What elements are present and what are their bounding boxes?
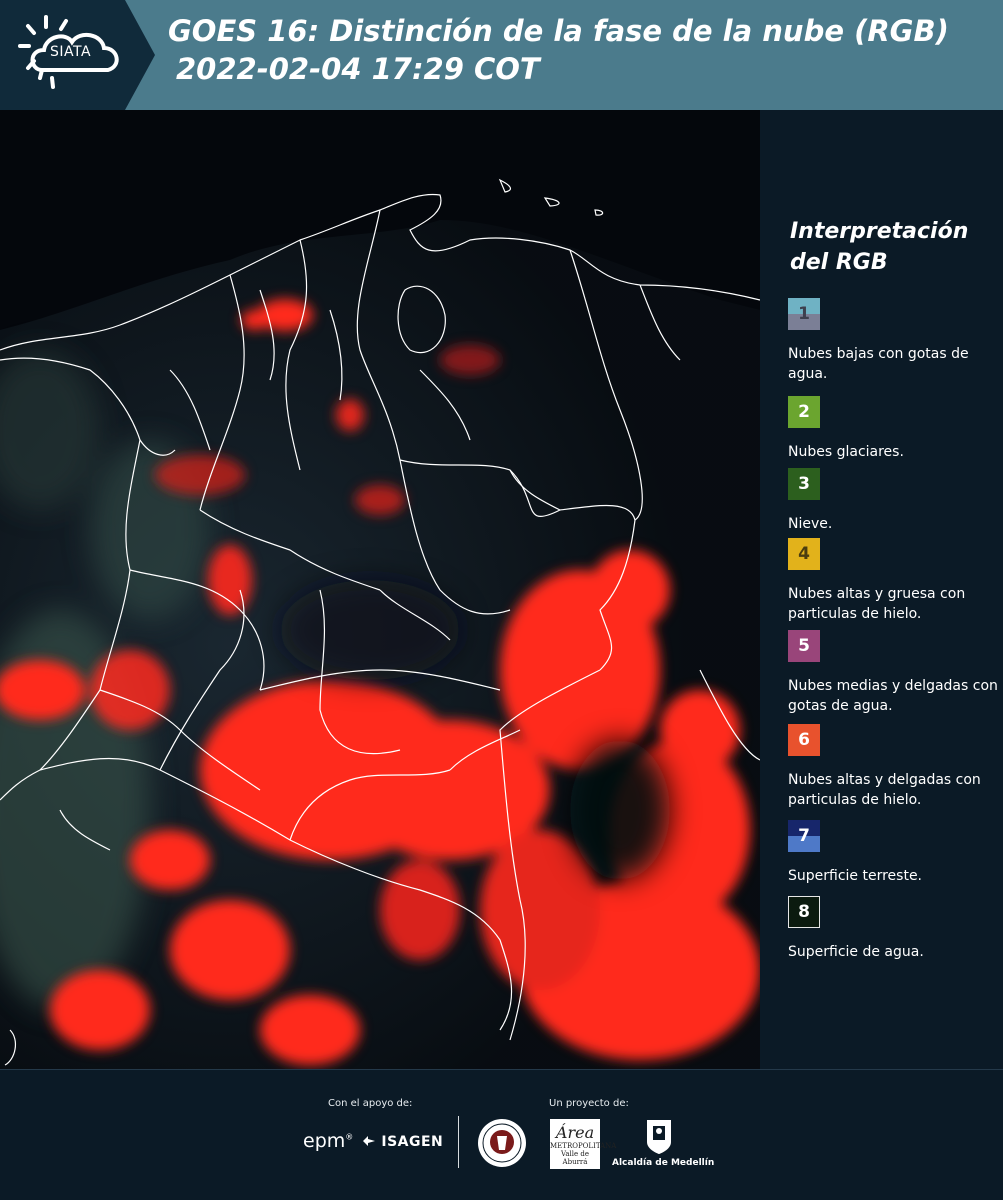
header-bar: SIATA GOES 16: Distinción de la fase de … [0, 0, 1003, 110]
map-image [0, 110, 760, 1070]
legend-label-4: Nubes altas y gruesa con particulas de h… [788, 586, 966, 622]
university-seal-icon [478, 1119, 526, 1167]
legend-item-6: 6 Nubes altas y delgadas con particulas … [788, 724, 1000, 810]
legend-swatch-3: 3 [788, 468, 820, 500]
project-label: Un proyecto de: [549, 1098, 629, 1109]
medellin-shield-icon [647, 1120, 671, 1154]
legend-swatch-7: 7 [788, 820, 820, 852]
title-line-2: 2022-02-04 17:29 COT [176, 52, 540, 86]
isagen-logo: ISAGEN [362, 1134, 443, 1150]
legend-label-8: Superficie de agua. [788, 944, 924, 960]
page-title: GOES 16: Distinción de la fase de la nub… [168, 12, 988, 88]
legend-item-5: 5 Nubes medias y delgadas con gotas de a… [788, 630, 1000, 716]
footer: Con el apoyo de: Un proyecto de: epm® IS… [0, 1070, 1003, 1200]
legend-swatch-5: 5 [788, 630, 820, 662]
legend-label-6: Nubes altas y delgadas con particulas de… [788, 772, 981, 808]
legend-item-2: 2 Nubes glaciares. [788, 396, 1000, 462]
epm-logo: epm® [303, 1130, 354, 1152]
legend-swatch-4: 4 [788, 538, 820, 570]
medellin-label: Alcaldía de Medellín [612, 1158, 715, 1168]
legend-swatch-8: 8 [788, 896, 820, 928]
siata-logo: SIATA [0, 0, 155, 110]
isagen-icon [363, 1136, 375, 1146]
legend-label-7: Superficie terreste. [788, 868, 923, 884]
legend-swatch-6: 6 [788, 724, 820, 756]
legend-label-5: Nubes medias y delgadas con gotas de agu… [788, 678, 998, 714]
legend-title: Interpretación del RGB [790, 219, 969, 275]
legend-item-4: 4 Nubes altas y gruesa con particulas de… [788, 538, 1000, 624]
legend-swatch-1: 1 [788, 298, 820, 330]
legend-item-7: 7 Superficie terreste. [788, 820, 1000, 886]
legend-panel: Interpretación del RGB 1 Nubes bajas con… [760, 110, 1003, 1070]
legend-label-3: Nieve. [788, 516, 833, 532]
legend-item-3: 3 Nieve. [788, 468, 1000, 534]
siata-logo-text: SIATA [50, 44, 92, 60]
legend-label-2: Nubes glaciares. [788, 444, 904, 460]
logo-divider [458, 1116, 459, 1168]
title-line-1: GOES 16: Distinción de la fase de la nub… [168, 14, 949, 48]
legend-swatch-2: 2 [788, 396, 820, 428]
legend-item-1: 1 Nubes bajas con gotas de agua. [788, 298, 1000, 384]
support-label: Con el apoyo de: [328, 1098, 413, 1109]
satellite-map [0, 110, 760, 1070]
legend-item-8: 8 Superficie de agua. [788, 896, 1000, 962]
metropolitana-logo: Área METROPOLITANA Valle de Aburrá [550, 1119, 616, 1169]
legend-label-1: Nubes bajas con gotas de agua. [788, 346, 969, 382]
